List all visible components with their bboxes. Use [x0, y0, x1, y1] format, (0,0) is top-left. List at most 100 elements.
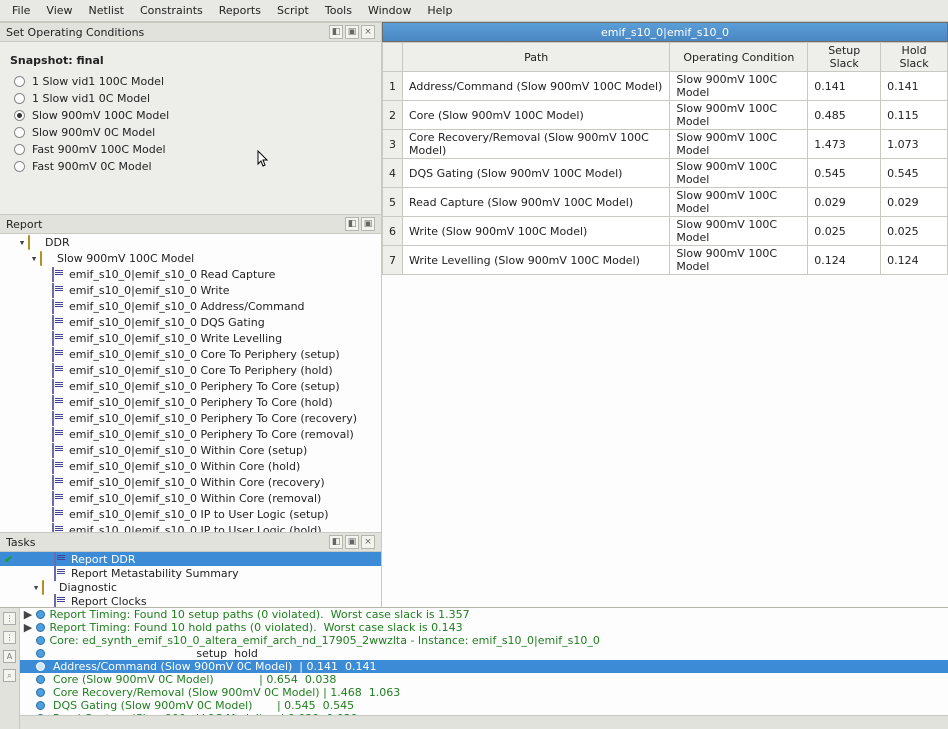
filter-icon[interactable]: ⋮ [3, 612, 16, 625]
column-header[interactable]: Operating Condition [670, 43, 808, 72]
table-row[interactable]: 1Address/Command (Slow 900mV 100C Model)… [383, 72, 948, 101]
tree-row[interactable]: ▾ Slow 900mV 100C Model [0, 250, 381, 266]
console-text: setup hold [46, 647, 258, 660]
detach-icon[interactable]: ▣ [345, 535, 359, 549]
find-icon[interactable]: ⌕ [3, 669, 16, 682]
column-header[interactable]: Setup Slack [808, 43, 881, 72]
info-icon [34, 687, 46, 699]
operating-condition-option[interactable]: 1 Slow vid1 100C Model [10, 75, 371, 88]
tree-row[interactable]: emif_s10_0|emif_s10_0 Write Levelling [0, 330, 381, 346]
tree-row[interactable]: emif_s10_0|emif_s10_0 Periphery To Core … [0, 426, 381, 442]
tree-row[interactable]: emif_s10_0|emif_s10_0 Within Core (recov… [0, 474, 381, 490]
report-tree[interactable]: ▾ DDR ▾ Slow 900mV 100C Model emif_s10_0|e… [0, 234, 381, 532]
radio-icon[interactable] [14, 127, 25, 138]
tree-row[interactable]: emif_s10_0|emif_s10_0 Within Core (hold) [0, 458, 381, 474]
operating-condition-option[interactable]: 1 Slow vid1 0C Model [10, 92, 371, 105]
task-row[interactable]: Report Clocks [0, 594, 381, 607]
tree-label: emif_s10_0|emif_s10_0 Address/Command [69, 300, 305, 313]
table-cell: 1.473 [808, 130, 881, 159]
console-line[interactable]: DQS Gating (Slow 900mV 0C Model) | 0.545… [20, 699, 948, 712]
console-line[interactable]: Core: ed_synth_emif_s10_0_altera_emif_ar… [20, 634, 948, 647]
tree-row[interactable]: emif_s10_0|emif_s10_0 Periphery To Core … [0, 394, 381, 410]
radio-icon[interactable] [14, 161, 25, 172]
task-row[interactable]: Report Metastability Summary [0, 566, 381, 580]
tree-twist-icon[interactable] [22, 647, 34, 660]
console-log[interactable]: ▶ Report Timing: Found 10 setup paths (0… [20, 608, 948, 715]
dock-icon[interactable]: ◧ [329, 535, 343, 549]
tree-row[interactable]: emif_s10_0|emif_s10_0 Address/Command [0, 298, 381, 314]
tree-row[interactable]: emif_s10_0|emif_s10_0 Read Capture [0, 266, 381, 282]
tree-twist-icon[interactable] [22, 673, 34, 686]
menu-help[interactable]: Help [419, 1, 460, 20]
results-table[interactable]: PathOperating ConditionSetup SlackHold S… [382, 42, 948, 275]
menu-tools[interactable]: Tools [317, 1, 360, 20]
tree-row[interactable]: emif_s10_0|emif_s10_0 Periphery To Core … [0, 410, 381, 426]
operating-condition-option[interactable]: Slow 900mV 0C Model [10, 126, 371, 139]
radio-icon[interactable] [14, 144, 25, 155]
report-title: Report [6, 218, 343, 231]
table-row[interactable]: 6Write (Slow 900mV 100C Model)Slow 900mV… [383, 217, 948, 246]
menu-netlist[interactable]: Netlist [81, 1, 132, 20]
menu-reports[interactable]: Reports [211, 1, 269, 20]
radio-icon[interactable] [14, 93, 25, 104]
close-icon[interactable]: × [361, 25, 375, 39]
menu-view[interactable]: View [38, 1, 80, 20]
radio-icon[interactable] [14, 110, 25, 121]
close-icon[interactable]: × [361, 535, 375, 549]
table-row[interactable]: 7Write Levelling (Slow 900mV 100C Model)… [383, 246, 948, 275]
operating-condition-option[interactable]: Fast 900mV 0C Model [10, 160, 371, 173]
tree-row[interactable]: emif_s10_0|emif_s10_0 IP to User Logic (… [0, 522, 381, 532]
tree-twist-icon[interactable]: ▶ [22, 608, 34, 621]
dock-icon[interactable]: ◧ [345, 217, 359, 231]
console-line[interactable]: Core (Slow 900mV 0C Model) | 0.654 0.038 [20, 673, 948, 686]
task-row[interactable]: ▾Diagnostic [0, 580, 381, 594]
console-line[interactable]: ▶ Report Timing: Found 10 setup paths (0… [20, 608, 948, 621]
tree-twist-icon[interactable] [22, 634, 34, 647]
tree-twist-icon[interactable]: ▾ [28, 252, 40, 265]
tree-row[interactable]: emif_s10_0|emif_s10_0 Periphery To Core … [0, 378, 381, 394]
tree-label: Slow 900mV 100C Model [57, 252, 194, 265]
tree-row[interactable]: emif_s10_0|emif_s10_0 Core To Periphery … [0, 346, 381, 362]
radio-icon[interactable] [14, 76, 25, 87]
table-row[interactable]: 4DQS Gating (Slow 900mV 100C Model)Slow … [383, 159, 948, 188]
menu-file[interactable]: File [4, 1, 38, 20]
tree-row[interactable]: emif_s10_0|emif_s10_0 Core To Periphery … [0, 362, 381, 378]
console-line[interactable]: Address/Command (Slow 900mV 0C Model) | … [20, 660, 948, 673]
operating-condition-option[interactable]: Slow 900mV 100C Model [10, 109, 371, 122]
tree-twist-icon[interactable] [22, 686, 34, 699]
tree-row[interactable]: emif_s10_0|emif_s10_0 Write [0, 282, 381, 298]
table-cell: Read Capture (Slow 900mV 100C Model) [403, 188, 670, 217]
tree-twist-icon[interactable]: ▶ [22, 621, 34, 634]
tree-twist-icon[interactable] [22, 699, 34, 712]
table-row[interactable]: 2Core (Slow 900mV 100C Model)Slow 900mV … [383, 101, 948, 130]
console-line[interactable]: setup hold [20, 647, 948, 660]
detach-icon[interactable]: ▣ [345, 25, 359, 39]
filter-icon[interactable]: ⋮ [3, 631, 16, 644]
operating-condition-option[interactable]: Fast 900mV 100C Model [10, 143, 371, 156]
column-header[interactable]: Hold Slack [881, 43, 948, 72]
tree-twist-icon[interactable] [22, 660, 34, 673]
filter-icon[interactable]: A [3, 650, 16, 663]
column-header[interactable]: Path [403, 43, 670, 72]
menu-window[interactable]: Window [360, 1, 419, 20]
tree-label: DDR [45, 236, 70, 249]
tree-row[interactable]: emif_s10_0|emif_s10_0 Within Core (setup… [0, 442, 381, 458]
console-line[interactable]: ▶ Report Timing: Found 10 hold paths (0 … [20, 621, 948, 634]
tree-label: emif_s10_0|emif_s10_0 Write Levelling [69, 332, 282, 345]
tree-row[interactable]: emif_s10_0|emif_s10_0 Within Core (remov… [0, 490, 381, 506]
tree-row[interactable]: ▾ DDR [0, 234, 381, 250]
tree-twist-icon[interactable]: ▾ [16, 236, 28, 249]
table-row[interactable]: 3Core Recovery/Removal (Slow 900mV 100C … [383, 130, 948, 159]
dock-icon[interactable]: ◧ [329, 25, 343, 39]
menu-script[interactable]: Script [269, 1, 317, 20]
detach-icon[interactable]: ▣ [361, 217, 375, 231]
column-header[interactable] [383, 43, 403, 72]
console-line[interactable]: Core Recovery/Removal (Slow 900mV 0C Mod… [20, 686, 948, 699]
operating-condition-label: Slow 900mV 0C Model [32, 126, 155, 139]
table-row[interactable]: 5Read Capture (Slow 900mV 100C Model)Slo… [383, 188, 948, 217]
task-row[interactable]: ✔ Report DDR [0, 552, 381, 566]
tree-row[interactable]: emif_s10_0|emif_s10_0 DQS Gating [0, 314, 381, 330]
menu-constraints[interactable]: Constraints [132, 1, 211, 20]
tree-row[interactable]: emif_s10_0|emif_s10_0 IP to User Logic (… [0, 506, 381, 522]
horizontal-scrollbar[interactable] [20, 715, 948, 729]
